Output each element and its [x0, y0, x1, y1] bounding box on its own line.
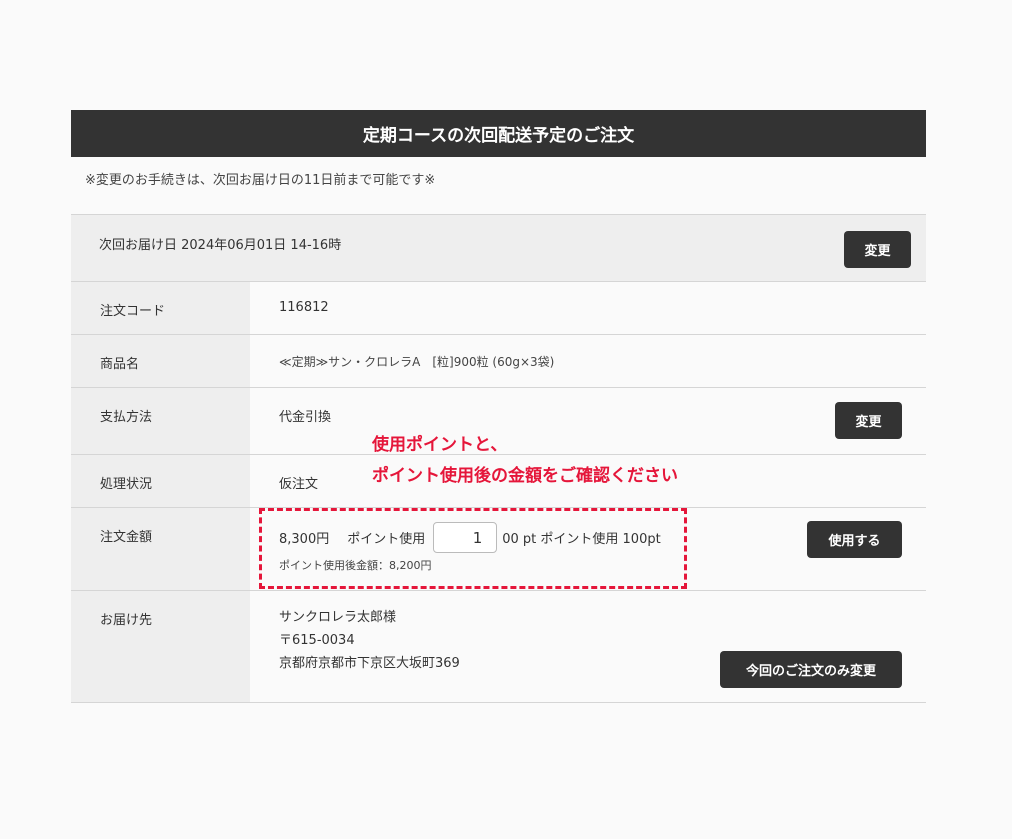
delivery-date-text: 次回お届け日 2024年06月01日 14-16時: [99, 238, 342, 253]
recipient-name: サンクロレラ太郎様: [279, 610, 397, 625]
address-row: お届け先 サンクロレラ太郎様 〒615-0034 京都府京都市下京区大坂町369…: [71, 590, 926, 703]
payment-change-button[interactable]: 変更: [835, 402, 902, 439]
postal-code: 〒615-0034: [279, 633, 355, 648]
point-annotation: 使用ポイントと、 ポイント使用後の金額をご確認ください: [372, 430, 678, 492]
payment-label: 支払方法: [71, 388, 250, 454]
annotation-line-2: ポイント使用後の金額をご確認ください: [372, 466, 678, 486]
change-this-order-button[interactable]: 今回のご注文のみ変更: [720, 651, 902, 688]
amount-label: 注文金額: [71, 508, 250, 590]
product-value: ≪定期≫サン・クロレラA [粒]900粒 (60g×3袋): [279, 355, 555, 369]
delivery-change-button[interactable]: 変更: [844, 231, 911, 268]
order-code-value: 116812: [279, 300, 329, 315]
order-code-label: 注文コード: [71, 282, 250, 334]
delivery-date-row: 次回お届け日 2024年06月01日 14-16時 変更: [71, 214, 926, 281]
payment-method: 代金引換: [279, 410, 332, 425]
order-code-row: 注文コード 116812: [71, 281, 926, 334]
product-label: 商品名: [71, 335, 250, 387]
address-label: お届け先: [71, 591, 250, 702]
point-highlight-box: [259, 508, 687, 589]
use-points-button[interactable]: 使用する: [807, 521, 902, 558]
address-value: サンクロレラ太郎様 〒615-0034 京都府京都市下京区大坂町369 今回のご…: [250, 591, 926, 702]
change-notice: ※変更のお手続きは、次回お届け日の11日前まで可能です※: [85, 173, 436, 188]
annotation-line-1: 使用ポイントと、: [372, 435, 508, 455]
status-label: 処理状況: [71, 455, 250, 507]
page-title: 定期コースの次回配送予定のご注文: [71, 110, 926, 157]
order-panel: 定期コースの次回配送予定のご注文 ※変更のお手続きは、次回お届け日の11日前まで…: [71, 110, 926, 703]
product-row: 商品名 ≪定期≫サン・クロレラA [粒]900粒 (60g×3袋): [71, 334, 926, 387]
